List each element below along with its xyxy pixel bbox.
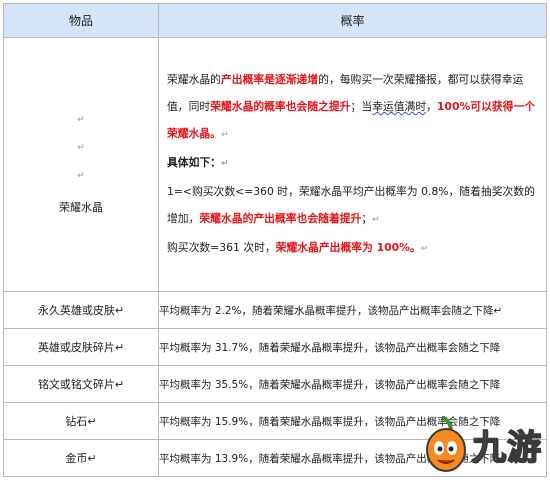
item-name-cell: ↵ ↵ ↵ 荣耀水晶 [3, 37, 159, 292]
paragraph-marks: ↵ ↵ ↵ 荣耀水晶 [4, 115, 158, 215]
item-name: 荣耀水晶 [59, 200, 103, 214]
glory-crystal-description: 荣耀水晶的产出概率是逐渐递增的，每购买一次荣耀播报，都可以获得幸运值，同时荣耀水… [159, 66, 546, 263]
table-row-glory-crystal: ↵ ↵ ↵ 荣耀水晶 荣耀水晶的产出概率是逐渐递增的，每购买一次荣耀播报，都可以… [3, 37, 547, 292]
table-row: 永久英雄或皮肤↵ 平均概率为 2.2%，随着荣耀水晶概率提升，该物品产出概率会随… [3, 291, 547, 329]
table-header-row: 物品 概率 [3, 3, 547, 38]
item-name: 钻石↵ [3, 402, 159, 440]
header-probability: 概率 [158, 3, 547, 38]
watermark-text: 九游 [471, 427, 542, 469]
paragraph-mark: ↵ [220, 159, 229, 169]
text-run: ；当 [350, 100, 373, 113]
probability-description-cell: 荣耀水晶的产出概率是逐渐递增的，每购买一次荣耀播报，都可以获得幸运值，同时荣耀水… [158, 37, 547, 292]
site-watermark: 九游 [422, 412, 550, 476]
orange-mascot-icon [426, 416, 466, 472]
probability-description: 平均概率为 2.2%，随着荣耀水晶概率提升，该物品产出概率会随之下降↵ [158, 291, 547, 329]
paragraph-mark: ↵ [77, 142, 85, 153]
header-item: 物品 [3, 3, 159, 38]
probability-table: 物品 概率 ↵ ↵ ↵ 荣耀水晶 荣耀水晶的产出概率是逐渐递增的，每购买一次荣耀… [3, 3, 547, 477]
text-run: 购买次数=361 次时， [167, 241, 276, 254]
paragraph-3: 1=<购买次数<=360 时，荣耀水晶平均产出概率为 0.8%，随着抽奖次数的增… [167, 178, 540, 234]
text-run: ； [361, 212, 373, 225]
paragraph-mark: ↵ [77, 114, 85, 125]
probability-description: 平均概率为 35.5%，随着荣耀水晶概率提升，该物品产出概率会随之下降 [158, 365, 547, 403]
item-name: 金币↵ [3, 439, 159, 477]
table-row: 铭文或铭文碎片↵ 平均概率为 35.5%，随着荣耀水晶概率提升，该物品产出概率会… [3, 365, 547, 403]
probability-description: 平均概率为 31.7%，随着荣耀水晶概率提升，该物品产出概率会随之下降 [158, 328, 547, 366]
highlight-text: 荣耀水晶的概率也会随之提升 [210, 100, 351, 113]
paragraph-4: 购买次数=361 次时，荣耀水晶产出概率为 100%。↵ [167, 234, 540, 263]
paragraph-mark: ↵ [77, 170, 85, 181]
paragraph-mark: ↵ [420, 244, 429, 254]
table-row: 英雄或皮肤碎片↵ 平均概率为 31.7%，随着荣耀水晶概率提升，该物品产出概率会… [3, 328, 547, 366]
text-run: 荣耀水晶的 [167, 73, 221, 86]
item-name: 永久英雄或皮肤↵ [3, 291, 159, 329]
item-name: 英雄或皮肤碎片↵ [3, 328, 159, 366]
text-run: 具体如下： [167, 156, 221, 169]
highlight-text: 产出概率是逐渐递增 [220, 73, 319, 86]
paragraph-mark: ↵ [220, 130, 229, 140]
paragraph-mark: ↵ [372, 215, 380, 225]
highlight-text: 荣耀水晶的产出概率也会随着提升 [199, 212, 362, 225]
paragraph-2: 具体如下：↵ [167, 149, 540, 178]
item-name: 铭文或铭文碎片↵ [3, 365, 159, 403]
underlined-text: 幸运值满时 [372, 100, 427, 113]
paragraph-1: 荣耀水晶的产出概率是逐渐递增的，每购买一次荣耀播报，都可以获得幸运值，同时荣耀水… [167, 66, 540, 149]
highlight-text: 荣耀水晶产出概率为 100%。 [275, 241, 421, 254]
text-run: ， [426, 100, 437, 113]
